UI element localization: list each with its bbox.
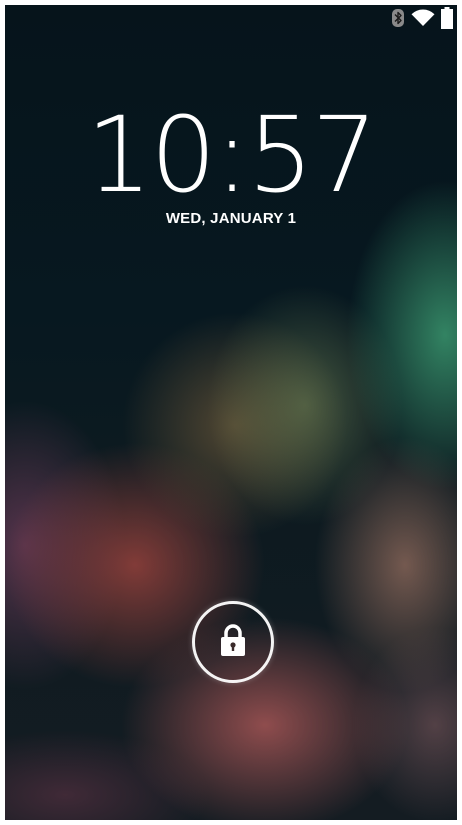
status-bar bbox=[391, 5, 457, 31]
lock-screen: 10:57 WED, JANUARY 1 bbox=[5, 5, 457, 820]
wifi-icon bbox=[411, 8, 435, 28]
date-label: WED, JANUARY 1 bbox=[165, 210, 297, 227]
lock-icon bbox=[218, 623, 248, 662]
battery-icon bbox=[441, 7, 453, 29]
unlock-button[interactable] bbox=[192, 601, 274, 683]
clock: 10:57 bbox=[86, 94, 378, 216]
bluetooth-icon bbox=[391, 8, 405, 28]
